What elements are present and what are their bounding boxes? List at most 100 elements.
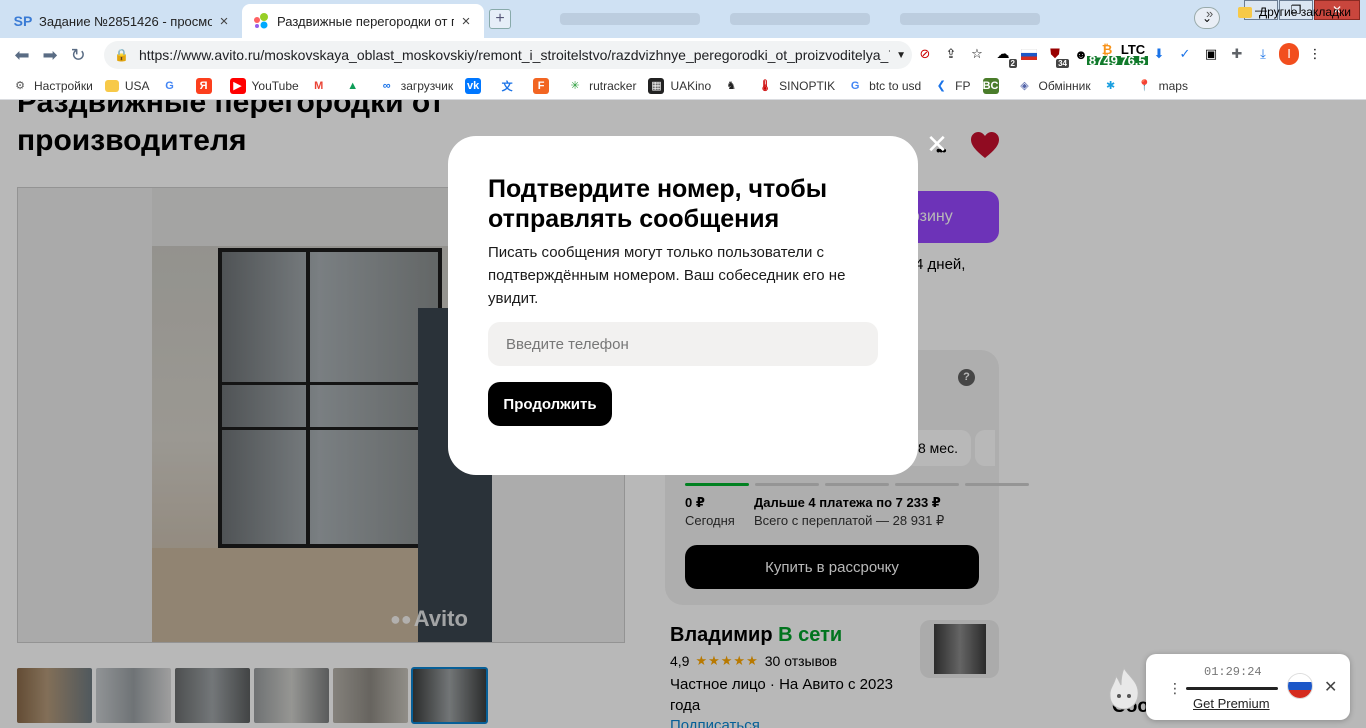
forward-arrow-icon[interactable]: ➡: [36, 41, 64, 69]
bookmark-label: btc to usd: [869, 78, 922, 93]
yandex-icon: Я: [195, 77, 212, 94]
bookmark-kyivstar[interactable]: ✱: [1103, 78, 1125, 94]
vpn-close-icon[interactable]: ✕: [1324, 677, 1337, 697]
url-text[interactable]: https://www.avito.ru/moskovskaya_oblast_…: [139, 47, 890, 63]
bookmark-label: FP: [955, 78, 971, 93]
bookmark-translate[interactable]: 文: [499, 78, 521, 94]
uakino-icon: ▦: [648, 77, 665, 94]
vpn-progress: [1186, 687, 1278, 690]
bookmark-btc-to-usd[interactable]: Gbtc to usd: [847, 78, 921, 94]
exchange-icon: ◈: [1020, 80, 1029, 92]
folder-icon: [104, 79, 119, 92]
share-icon[interactable]: ⇪: [941, 43, 961, 65]
bookmark-обмінник[interactable]: ◈ Обмінник: [1017, 78, 1090, 94]
bookmark-maps[interactable]: 📍 maps: [1137, 78, 1188, 94]
other-bookmarks-label: Другие закладки: [1259, 5, 1351, 19]
bookmark-label: Настройки: [34, 78, 93, 93]
flame-mascot-icon[interactable]: [1106, 666, 1142, 710]
bookmark-star-icon[interactable]: ☆: [967, 43, 987, 65]
vpn-widget: ⋮ 01:29:24 Get Premium ✕: [1146, 654, 1350, 720]
continue-button[interactable]: Продолжить: [488, 382, 612, 426]
modal-title: Подтвердите номер, чтобы отправлять сооб…: [488, 175, 828, 233]
back-arrow-icon[interactable]: ⬅: [8, 41, 36, 69]
bookmark-vk[interactable]: vk: [465, 77, 487, 94]
cloud-extension-icon[interactable]: ☁ 2: [993, 43, 1017, 68]
tab-title: Раздвижные перегородки от про: [277, 13, 454, 29]
tab-close-icon[interactable]: ×: [458, 13, 474, 30]
other-bookmarks[interactable]: Другие закладки: [1238, 5, 1351, 19]
bookmark-rutracker[interactable]: ✳ rutracker: [567, 78, 636, 94]
btc-price-icon[interactable]: ₿ 87498: [1086, 43, 1128, 67]
rutracker-icon: ✳: [570, 80, 580, 92]
close-icon[interactable]: ✕: [926, 131, 948, 157]
tab-avito[interactable]: Раздвижные перегородки от про ×: [242, 4, 484, 38]
russia-flag-icon[interactable]: [1287, 673, 1313, 699]
download-box-icon[interactable]: ⬇: [1149, 43, 1169, 65]
terminal-extension-icon[interactable]: ▣: [1201, 43, 1221, 65]
phone-input[interactable]: [488, 322, 878, 366]
bookmark-label: rutracker: [589, 78, 637, 93]
lock-icon[interactable]: 🔒: [114, 48, 129, 62]
v-extension-icon[interactable]: ✓: [1175, 43, 1195, 65]
url-dropdown-icon[interactable]: ▼: [896, 50, 906, 61]
gmail-icon: M: [314, 79, 324, 92]
shield-badge: 34: [1056, 59, 1069, 68]
bookmark-google[interactable]: G: [162, 78, 184, 94]
thermometer-icon: 🌡: [758, 80, 773, 92]
bookmark-label: USA: [124, 78, 150, 93]
bookmark-bc[interactable]: BC: [982, 77, 1005, 94]
bookmark-label: maps: [1158, 78, 1188, 93]
bookmarks-more-icon[interactable]: »: [1206, 6, 1213, 21]
youtube-icon: ▶: [229, 77, 246, 94]
drive-icon: ▲: [347, 79, 359, 92]
browser-toolbar: ⬅ ➡ ↻ 🔒 https://www.avito.ru/moskovskaya…: [0, 38, 1366, 72]
blocked-popup-icon[interactable]: ⊘: [915, 43, 935, 65]
bookmark-youtube[interactable]: ▶ YouTube: [229, 77, 299, 94]
bookmark-usa[interactable]: USA: [104, 78, 150, 93]
bookmark-yandex[interactable]: Я: [195, 77, 218, 94]
vpn-menu-icon[interactable]: ⋮: [1168, 680, 1182, 697]
ltc-price-icon[interactable]: LTC 76.5: [1118, 43, 1148, 67]
maps-pin-icon: 📍: [1137, 80, 1152, 92]
kyivstar-icon: ✱: [1105, 80, 1116, 92]
bookmark-настройки[interactable]: ⚙ Настройки: [12, 78, 93, 94]
bookmark-label: загрузчик: [400, 78, 454, 93]
profile-avatar[interactable]: I: [1279, 43, 1299, 65]
downloads-icon[interactable]: ⤓: [1253, 43, 1273, 65]
toolbar-extensions: ⊘ ⇪ ☆ ☁ 2 ⛊ 34 ☻ ₿ 87498 LTC 76.5 ⬇ ✓ ▣ ✚ ⤓ …: [915, 43, 1325, 68]
phone-confirm-modal: Подтвердите номер, чтобы отправлять сооб…: [448, 136, 918, 475]
tab-title: Задание №2851426 - просмотр з: [39, 13, 212, 29]
bookmark-chess[interactable]: ♞: [723, 78, 745, 94]
bookmark-загрузчик[interactable]: ∞ загрузчик: [379, 78, 453, 94]
background-tabs: [560, 8, 1100, 30]
modal-description: Писать сообщения могут только пользовате…: [488, 244, 846, 307]
bookmark-gmail[interactable]: M: [311, 78, 333, 94]
bookmark-drive[interactable]: ▲: [345, 78, 367, 94]
chess-icon: ♞: [726, 80, 737, 92]
ltc-price: 76.5: [1118, 53, 1148, 68]
russia-flag-icon[interactable]: [1019, 43, 1039, 65]
translate-icon: 文: [501, 80, 513, 93]
google-icon: G: [165, 79, 174, 92]
bookmark-f[interactable]: F: [533, 77, 555, 94]
browser-tab-strip: SP Задание №2851426 - просмотр з × Раздв…: [0, 0, 1366, 38]
shield-extension-icon[interactable]: ⛊ 34: [1045, 43, 1069, 68]
google-icon: G: [850, 79, 860, 92]
avito-favicon-icon: [252, 12, 270, 30]
extensions-puzzle-icon[interactable]: ✚: [1227, 43, 1247, 65]
bookmark-uakino[interactable]: ▦ UAKino: [648, 77, 711, 94]
tab-task[interactable]: SP Задание №2851426 - просмотр з ×: [4, 4, 242, 38]
bc-icon: BC: [982, 77, 999, 94]
sp-favicon-icon: SP: [13, 13, 33, 29]
new-tab-button[interactable]: +: [489, 9, 511, 29]
bookmark-sinoptik[interactable]: 🌡 SINOPTIK: [757, 78, 835, 94]
get-premium-link[interactable]: Get Premium: [1193, 696, 1270, 711]
menu-kebab-icon[interactable]: ⋮: [1305, 43, 1325, 65]
folder-icon: [1238, 6, 1252, 18]
vk-icon: vk: [465, 77, 482, 94]
address-bar[interactable]: 🔒 https://www.avito.ru/moskovskaya_oblas…: [104, 41, 912, 69]
reload-icon[interactable]: ↻: [64, 41, 92, 69]
bookmark-fp[interactable]: ❮ FP: [933, 78, 971, 94]
tab-close-icon[interactable]: ×: [216, 13, 232, 30]
vpn-timer: 01:29:24: [1204, 665, 1262, 679]
